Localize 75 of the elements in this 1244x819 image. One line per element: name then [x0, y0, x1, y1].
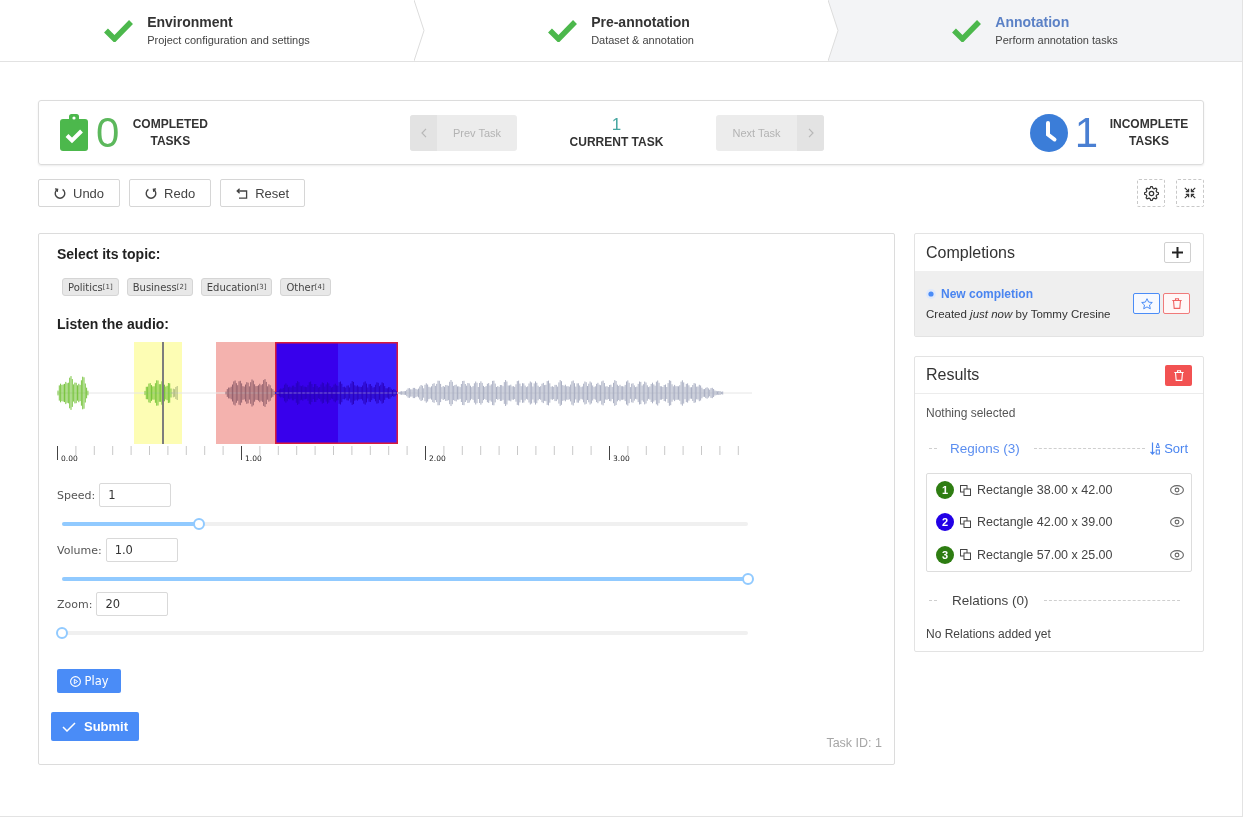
copy-icon [960, 549, 971, 561]
region-number[interactable]: 1 [936, 481, 954, 500]
region-number[interactable]: 3 [936, 545, 954, 564]
clipboard-check-icon [60, 114, 88, 151]
incomplete-count: 1 [1074, 110, 1098, 155]
completion-item[interactable]: New completion Created just now by Tommy Cresine [915, 271, 1203, 336]
incomplete-label: INCOMPLETE TASKS [1108, 115, 1190, 150]
step-tab[interactable]: Annotation Perform annotation tasks [828, 0, 1242, 61]
check-icon [61, 721, 76, 732]
delete-button[interactable] [1163, 293, 1190, 314]
delete-all-button[interactable] [1165, 364, 1192, 386]
region-label[interactable]: Rectangle 42.00 x 39.00 [977, 515, 1164, 530]
plus-icon [1172, 247, 1183, 258]
topic-choice[interactable]: Business$^{[2]}$ [126, 278, 193, 296]
eye-icon[interactable] [1170, 517, 1184, 528]
topic-choice[interactable]: Other$^{[4]}$ [280, 278, 331, 296]
step-subtitle: Perform annotation tasks [995, 34, 1118, 47]
trash-icon [1171, 298, 1182, 309]
slider-handle[interactable] [742, 573, 754, 585]
field-label: Zoom: [57, 597, 93, 611]
step-subtitle: Dataset & annotation [591, 34, 694, 47]
sort-icon [1150, 441, 1162, 455]
redo-icon [145, 187, 158, 199]
trash-icon [1173, 369, 1184, 381]
play-icon [69, 675, 81, 687]
region-label[interactable]: Rectangle 38.00 x 42.00 [977, 483, 1164, 498]
eye-icon[interactable] [1170, 549, 1184, 560]
section-heading: Listen the audio: [57, 315, 169, 334]
number-input[interactable]: 1 [99, 483, 172, 507]
task-id: Task ID: 1 [826, 736, 882, 750]
relations-empty-text: No Relations added yet [926, 627, 1051, 641]
number-input[interactable]: 1.0 [105, 538, 178, 562]
relations-label: Relations (0) [952, 592, 1029, 608]
region-label[interactable]: Rectangle 57.00 x 25.00 [977, 547, 1164, 562]
fullscreen-button[interactable] [1176, 179, 1204, 207]
current-task-label: CURRENT TASK [569, 133, 664, 150]
star-icon [1140, 297, 1153, 310]
current-task-number: 1 [611, 115, 622, 134]
number-input[interactable]: 20 [96, 592, 169, 616]
step-title: Annotation [995, 14, 1071, 31]
chevron-left-icon [410, 114, 437, 151]
topic-choice[interactable]: Politics$^{[1]}$ [62, 278, 119, 296]
chevron-right-icon [797, 114, 824, 151]
reset-button[interactable]: Reset [220, 179, 306, 207]
section-heading: Select its topic: [57, 245, 161, 264]
step-title: Environment [147, 14, 234, 31]
field-label: Volume: [57, 543, 102, 557]
card-title: Results [926, 366, 980, 384]
sort-button[interactable]: Sort [1150, 440, 1188, 456]
add-button[interactable] [1164, 242, 1191, 263]
selection-status: Nothing selected [926, 406, 1016, 420]
star-button[interactable] [1133, 293, 1160, 314]
step-title: Pre-annotation [591, 14, 691, 31]
reset-icon [236, 187, 249, 199]
region-number[interactable]: 2 [936, 513, 954, 532]
topic-choice[interactable]: Education$^{[3]}$ [200, 278, 273, 296]
settings-icon [1143, 185, 1159, 201]
step-subtitle: Project configuration and settings [147, 34, 310, 47]
dot-icon [926, 288, 936, 299]
slider-handle[interactable] [56, 627, 68, 639]
corner-arrows-icon [1184, 187, 1196, 199]
completed-count: 0 [96, 110, 120, 155]
slider-handle[interactable] [193, 518, 206, 530]
settings-button[interactable] [1137, 179, 1165, 207]
completed-label: COMPLETED TASKS [131, 115, 210, 150]
copy-icon [960, 517, 971, 528]
field-label: Speed: [57, 488, 96, 502]
clock-icon [1029, 113, 1068, 152]
undo-icon [54, 187, 66, 199]
copy-icon [960, 484, 971, 496]
undo-button[interactable]: Undo [38, 179, 121, 207]
completion-meta: Created just now by Tommy Cresine [926, 306, 1111, 321]
eye-icon[interactable] [1170, 485, 1184, 496]
card-title: Completions [926, 243, 1015, 262]
redo-button[interactable]: Redo [129, 179, 212, 207]
